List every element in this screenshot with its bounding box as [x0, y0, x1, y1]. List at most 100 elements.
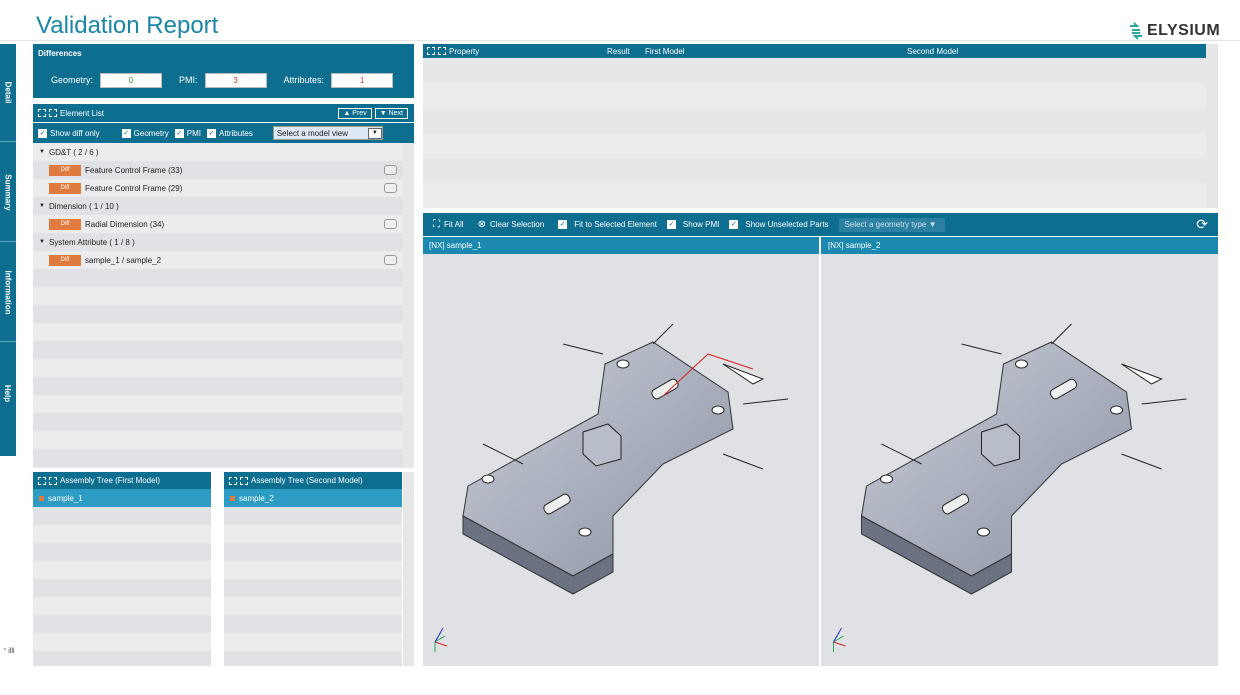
pmi-count: 3	[204, 72, 267, 88]
chevron-down-icon[interactable]: ▼	[367, 127, 382, 139]
comment-icon[interactable]	[384, 183, 397, 193]
assembly-scrollbar[interactable]	[403, 472, 414, 666]
tab-help-label: Help	[3, 384, 13, 402]
assembly-tree-second-header: Assembly Tree (Second Model)	[224, 472, 402, 489]
model-render-2[interactable]	[821, 254, 1218, 666]
page-title: Validation Report	[36, 12, 219, 39]
geometry-checkbox[interactable]: ✓	[121, 128, 131, 138]
next-button[interactable]: ▼ Next	[374, 107, 408, 119]
diff-badge[interactable]: Diff	[49, 254, 81, 266]
list-item-label: Feature Control Frame (29)	[85, 183, 183, 193]
clear-selection-button[interactable]: Clear Selection	[490, 220, 544, 229]
side-tab-bar: Detail Summary Information Help	[0, 44, 16, 456]
expand-icon[interactable]	[38, 109, 46, 117]
property-table-header: Property Result First Model Second Model	[423, 44, 1206, 58]
comment-icon[interactable]	[384, 165, 397, 175]
assembly-tree-second: sample_2	[224, 489, 402, 666]
collapse-icon[interactable]	[438, 47, 446, 55]
col-result: Result	[607, 46, 630, 56]
expand-icon[interactable]	[427, 47, 435, 55]
attributes-label: Attributes:	[283, 75, 325, 85]
list-item-label: sample_1 / sample_2	[85, 255, 162, 265]
fit-selected-label: Fit to Selected Element	[574, 220, 657, 229]
geometry-label: Geometry:	[51, 75, 94, 85]
assembly-node-sample-1[interactable]: sample_1	[33, 489, 211, 507]
collapse-icon[interactable]	[240, 476, 248, 485]
element-list-scrollbar[interactable]	[403, 143, 414, 468]
refresh-icon[interactable]: ⟳	[1196, 216, 1208, 233]
viewport-2-label: [NX] sample_2	[828, 241, 881, 250]
model-view-select-value: Select a model view	[276, 128, 348, 138]
elysium-logo: ELYSIUM	[1128, 22, 1220, 40]
tree-group-label: GD&T ( 2 / 6 )	[48, 147, 99, 157]
comment-icon[interactable]	[384, 219, 397, 229]
geometry-filter-label: Geometry	[133, 128, 169, 138]
tab-detail[interactable]: Detail	[0, 44, 16, 142]
assembly-tree-second-title: Assembly Tree (Second Model)	[251, 476, 363, 485]
model-view-select[interactable]: Select a model view ▼	[272, 126, 383, 140]
fit-all-button[interactable]: Fit All	[444, 220, 464, 229]
element-list-filters: ✓ Show diff only ✓ Geometry ✓ PMI ✓ Attribut…	[33, 123, 414, 143]
tab-detail-label: Detail	[3, 81, 13, 104]
diff-badge[interactable]: Diff	[49, 164, 81, 176]
part-icon	[230, 495, 235, 501]
element-list-title: Element List	[60, 108, 105, 118]
prev-button[interactable]: ▲ Prev	[338, 107, 372, 119]
diff-badge[interactable]: Diff	[49, 218, 81, 230]
show-unselected-checkbox[interactable]: ✓	[729, 220, 739, 229]
tab-summary[interactable]: Summary	[0, 144, 16, 242]
expand-icon[interactable]	[38, 476, 46, 485]
show-pmi-checkbox[interactable]: ✓	[666, 220, 676, 229]
list-item[interactable]: Diff Feature Control Frame (33)	[33, 161, 403, 179]
property-scrollbar[interactable]	[1206, 44, 1218, 208]
header-divider	[0, 40, 1240, 41]
model-render-1[interactable]	[423, 254, 819, 666]
attributes-count: 1	[331, 72, 394, 88]
viewer-toolbar: ⛶ Fit All ⊗ Clear Selection ✓ Fit to Sele…	[423, 213, 1218, 236]
assembly-node-label: sample_2	[239, 493, 274, 503]
collapse-icon[interactable]	[49, 476, 57, 485]
assembly-node-sample-2[interactable]: sample_2	[224, 489, 402, 507]
tree-group-system-attribute[interactable]: ▼ System Attribute ( 1 / 8 )	[33, 233, 403, 251]
show-pmi-label: Show PMI	[682, 220, 720, 229]
expand-icon[interactable]	[229, 476, 237, 485]
list-item[interactable]: Diff Radial Dimension (34)	[33, 215, 403, 233]
geometry-type-select[interactable]: Select a geometry type ▼	[838, 217, 945, 232]
tab-information-label: Information	[3, 270, 13, 315]
property-table-body	[423, 58, 1206, 208]
diff-badge[interactable]: Diff	[49, 182, 81, 194]
fit-selected-checkbox[interactable]: ✓	[558, 220, 568, 229]
list-item[interactable]: Diff sample_1 / sample_2	[33, 251, 403, 269]
list-item[interactable]: Diff Feature Control Frame (29)	[33, 179, 403, 197]
axis-triad-icon	[833, 627, 846, 652]
tree-group-gdt[interactable]: ▼ GD&T ( 2 / 6 )	[33, 143, 403, 161]
pmi-filter-label: PMI	[186, 128, 202, 138]
col-property: Property	[449, 46, 480, 56]
show-diff-only-checkbox[interactable]: ✓	[38, 128, 47, 138]
element-list-header: Element List ▲ Prev ▼ Next	[33, 104, 414, 122]
fit-all-icon[interactable]: ⛶	[433, 219, 440, 230]
differences-summary: Geometry: 0 PMI: 3 Attributes: 1	[33, 62, 414, 98]
element-list: ▼ GD&T ( 2 / 6 ) Diff Feature Control Fram…	[33, 143, 403, 468]
col-first-model: First Model	[645, 46, 685, 56]
show-diff-only-label: Show diff only	[50, 128, 100, 138]
comment-icon[interactable]	[384, 255, 397, 265]
pmi-checkbox[interactable]: ✓	[174, 128, 184, 138]
tab-information[interactable]: Information	[0, 244, 16, 342]
tree-group-label: System Attribute ( 1 / 8 )	[48, 237, 135, 247]
list-item-label: Feature Control Frame (33)	[85, 165, 183, 175]
corner-icon: ° illl	[3, 648, 15, 655]
logo-text: ELYSIUM	[1147, 22, 1221, 39]
assembly-tree-first-title: Assembly Tree (First Model)	[60, 476, 161, 485]
collapse-icon[interactable]	[49, 109, 57, 117]
pmi-label: PMI:	[179, 75, 198, 85]
part-icon	[39, 495, 44, 501]
geometry-count: 0	[100, 72, 163, 88]
assembly-node-label: sample_1	[48, 493, 83, 503]
tab-summary-label: Summary	[3, 174, 13, 211]
attributes-checkbox[interactable]: ✓	[207, 128, 217, 138]
tab-help[interactable]: Help	[0, 344, 16, 442]
clear-selection-icon[interactable]: ⊗	[478, 219, 486, 230]
tree-group-dimension[interactable]: ▼ Dimension ( 1 / 10 )	[33, 197, 403, 215]
elysium-logo-icon	[1130, 22, 1142, 40]
